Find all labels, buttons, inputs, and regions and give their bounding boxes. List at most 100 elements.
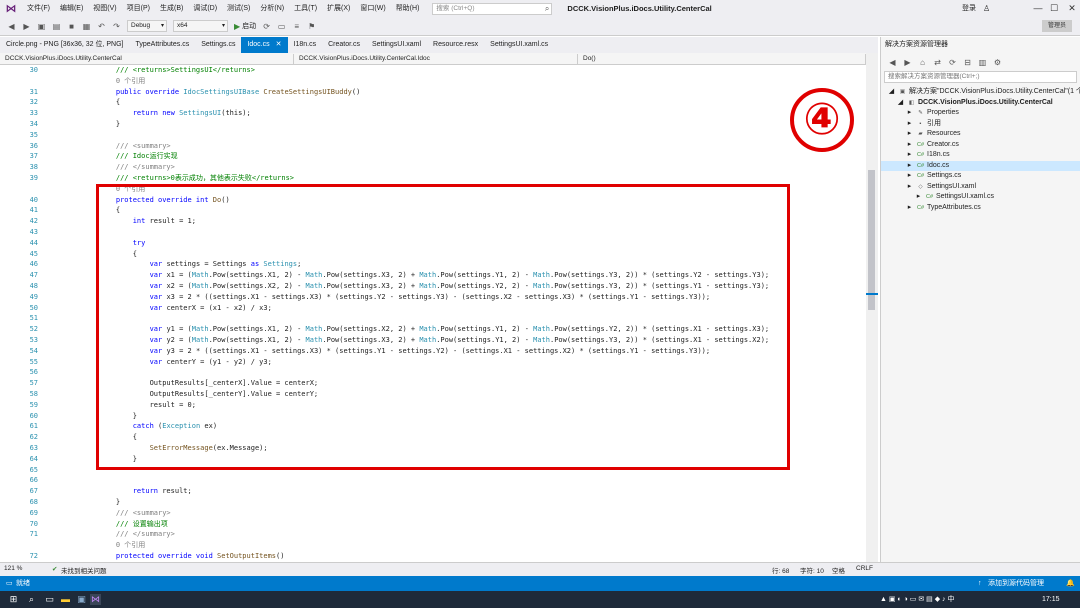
tree-item[interactable]: ▸ ▪ 引用 [881,119,941,130]
comment-icon[interactable]: ≡ [291,21,302,32]
menu-item[interactable]: 生成(B) [155,0,188,17]
redo-icon[interactable]: ↷ [111,21,122,32]
tree-item[interactable]: ▸ C# Creator.cs [881,140,959,151]
class-dropdown[interactable]: DCCK.VisionPlus.iDocs.Utility.CenterCal.… [296,54,578,64]
home-icon[interactable]: ⌂ [917,57,928,68]
menu-item[interactable]: 文件(F) [22,0,55,17]
expand-arrow-icon[interactable]: ▸ [905,140,914,151]
zoom-level[interactable]: 121 % [4,565,22,572]
start-button[interactable]: ▶ 启动 [234,21,256,31]
properties-icon[interactable]: ⚙ [992,57,1003,68]
expand-arrow-icon[interactable]: ▸ [905,119,914,130]
tab[interactable]: Idoc.cs ✕ [241,37,288,53]
bookmark-icon[interactable]: ⚑ [306,21,317,32]
forward-icon[interactable]: ▶ [902,57,913,68]
line-number: 67 [29,487,38,496]
collapse-icon[interactable]: ⊟ [962,57,973,68]
expand-arrow-icon[interactable]: ▸ [905,161,914,172]
clock[interactable]: 17:15 [1042,591,1060,608]
member-dropdown[interactable]: Do() [580,54,866,64]
tree-item[interactable]: ▸ ▰ Resources [881,129,961,140]
tree-item[interactable]: ▸ C# SettingsUI.xaml.cs [881,192,994,203]
expand-arrow-icon[interactable]: ▸ [905,108,914,119]
menu-item[interactable]: 扩展(X) [322,0,355,17]
menu-item[interactable]: 分析(N) [255,0,289,17]
line-ending[interactable]: CRLF [856,565,873,572]
expand-arrow-icon[interactable]: ◢ [887,87,896,98]
tree-item[interactable]: ▸ C# Idoc.cs [881,160,1080,172]
menu-item[interactable]: 工具(T) [289,0,322,17]
close-button[interactable]: ✕ [1058,0,1080,17]
tab[interactable]: Circle.png - PNG [36x36, 32 位, PNG] [0,37,130,53]
hot-reload-icon[interactable]: ⟳ [261,21,272,32]
tree-item[interactable]: ◢ ◧ DCCK.VisionPlus.iDocs.Utility.CenterCa… [881,98,1053,109]
menu-item[interactable]: 窗口(W) [355,0,390,17]
refresh-icon[interactable]: ⟳ [947,57,958,68]
back-icon[interactable]: ◀ [887,57,898,68]
sync-icon[interactable]: ⇄ [932,57,943,68]
visual-studio-taskbar-icon[interactable]: ⋈ [90,594,101,605]
menu-item[interactable]: 测试(S) [222,0,255,17]
expand-arrow-icon[interactable]: ▸ [914,192,923,203]
tab[interactable]: TypeAttributes.cs [130,37,196,53]
tree-item[interactable]: ▸ C# Settings.cs [881,171,962,182]
reference-icon: ▪ [919,120,922,127]
menu-item[interactable]: 帮助(H) [391,0,425,17]
forward-icon[interactable]: ▶ [21,21,32,32]
menu-item[interactable]: 视图(V) [88,0,121,17]
expand-arrow-icon[interactable]: ▸ [905,182,914,193]
user-icon[interactable]: ♙ [983,0,990,17]
expand-arrow-icon[interactable]: ▸ [905,129,914,140]
tab[interactable]: Resource.resx [427,37,484,53]
undo-icon[interactable]: ↶ [96,21,107,32]
tree-item[interactable]: ▸ ◇ SettingsUI.xaml [881,182,976,193]
taskbar-search-icon[interactable]: ⌕ [26,594,37,605]
configuration-select[interactable]: Debug [127,20,167,32]
login-link[interactable]: 登录 [962,0,976,17]
expand-arrow-icon[interactable]: ▸ [905,171,914,182]
tab[interactable]: SettingsUI.xaml.cs [484,37,554,53]
task-view-icon[interactable]: ▭ [44,594,55,605]
expand-arrow-icon[interactable]: ▸ [905,150,914,161]
menu-item[interactable]: 项目(P) [122,0,155,17]
expand-arrow-icon[interactable]: ▸ [905,203,914,214]
tab[interactable]: Creator.cs [322,37,366,53]
windows-start-icon[interactable]: ⊞ [8,594,19,605]
tab[interactable]: I18n.cs [288,37,323,53]
taskbar-app-icon[interactable]: ▣ [76,594,87,605]
save-icon[interactable]: ■ [66,21,77,32]
save-all-icon[interactable]: ▦ [81,21,92,32]
menu-item[interactable]: 编辑(E) [55,0,88,17]
file-explorer-icon[interactable]: ▬ [60,594,71,605]
solution-explorer-search[interactable]: 搜索解决方案资源管理器(Ctrl+;) [884,71,1077,83]
project-dropdown[interactable]: DCCK.VisionPlus.iDocs.Utility.CenterCal [2,54,294,64]
show-all-icon[interactable]: ▥ [977,57,988,68]
tray-icons[interactable]: ▲ ▣ ◐ ◑ ▭ ✉ ▤ ◆ ♪ 中 [880,591,954,608]
whitespace-mode[interactable]: 空格 [832,565,845,575]
platform-select[interactable]: x64 [173,20,228,32]
search-icon[interactable]: ⌕ [545,4,549,14]
tab[interactable]: SettingsUI.xaml [366,37,427,53]
editor-scrollbar-thumb[interactable] [868,170,875,310]
menu-item[interactable]: 调试(D) [188,0,222,17]
issues-text[interactable]: 未找到相关问题 [61,565,107,575]
tree-item[interactable]: ▸ C# I18n.cs [881,150,950,161]
source-control-icon[interactable]: ↑ [978,576,982,591]
tab[interactable]: Settings.cs [195,37,241,53]
search-input[interactable]: 搜索 (Ctrl+Q) ⌕ [432,2,553,15]
tab-label: TypeAttributes.cs [135,41,190,48]
tab-close-icon[interactable]: ✕ [276,41,282,48]
browse-icon[interactable]: ▭ [276,21,287,32]
back-icon[interactable]: ◀ [6,21,17,32]
open-icon[interactable]: ▤ [51,21,62,32]
new-project-icon[interactable]: ▣ [36,21,47,32]
source-control-button[interactable]: 添加到源代码管理 [988,576,1044,591]
tree-item[interactable]: ◢ ▣ 解决方案"DCCK.VisionPlus.iDocs.Utility.Cen… [881,87,1080,98]
tree-item[interactable]: ▸ C# TypeAttributes.cs [881,203,981,214]
tree-item[interactable]: ▸ ✎ Properties [881,108,959,119]
line-number: 55 [29,357,38,366]
expand-arrow-icon[interactable]: ◢ [896,98,905,109]
line-number[interactable]: 行: 68 [772,565,789,575]
char-number[interactable]: 字符: 10 [800,565,824,575]
notification-icon[interactable]: 🔔 [1066,576,1075,591]
